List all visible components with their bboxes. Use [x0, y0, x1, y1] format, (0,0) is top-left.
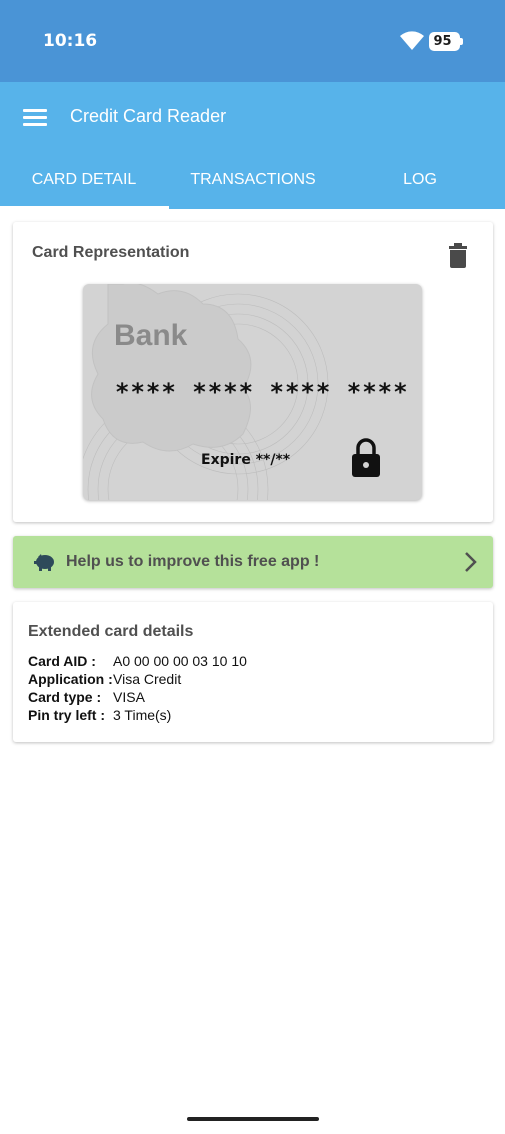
chevron-right-icon [465, 552, 477, 572]
detail-value: VISA [113, 689, 145, 705]
trash-icon[interactable] [447, 243, 469, 269]
tab-card-detail[interactable]: CARD DETAIL [0, 164, 168, 209]
wifi-icon [400, 31, 424, 50]
bank-card-graphic: Bank **** **** **** **** Expire **/** [83, 284, 422, 500]
detail-label: Card AID : [28, 653, 96, 669]
extended-details-title: Extended card details [28, 623, 194, 640]
tab-transactions[interactable]: TRANSACTIONS [169, 164, 337, 209]
detail-value: 3 Time(s) [113, 707, 172, 723]
card-representation-title: Card Representation [32, 244, 190, 261]
detail-value: Visa Credit [113, 671, 182, 687]
battery-level: 95 [433, 34, 452, 49]
status-time: 10:16 [43, 31, 98, 51]
battery-nub [460, 38, 463, 45]
extended-card-details-panel: Extended card details Card AID : A0 00 0… [13, 602, 493, 742]
lock-icon [352, 438, 380, 477]
detail-label: Card type : [28, 689, 102, 705]
tab-bar: CARD DETAIL TRANSACTIONS LOG [0, 164, 505, 209]
detail-value: A0 00 00 00 03 10 10 [113, 653, 247, 669]
home-indicator[interactable] [187, 1117, 319, 1121]
bank-name: Bank [114, 319, 188, 352]
battery-icon: 95 [429, 32, 463, 51]
status-bar: 10:16 95 [0, 0, 505, 82]
help-improve-banner[interactable]: Help us to improve this free app ! [13, 536, 493, 588]
piggy-bank-icon [34, 554, 54, 571]
help-banner-text: Help us to improve this free app ! [66, 553, 320, 570]
hamburger-menu-icon[interactable] [23, 107, 47, 127]
detail-label: Pin try left : [28, 707, 106, 723]
tab-log[interactable]: LOG [336, 164, 504, 209]
tab-selected-indicator [0, 206, 169, 209]
detail-label: Application : [28, 671, 113, 687]
card-number: **** **** **** **** [115, 378, 409, 406]
app-bar: Credit Card Reader CARD DETAIL TRANSACTI… [0, 82, 505, 209]
app-title: Credit Card Reader [70, 106, 227, 126]
card-representation-panel: Card Representation Bank **** **** **** … [13, 222, 493, 522]
card-expire: Expire **/** [201, 452, 291, 468]
